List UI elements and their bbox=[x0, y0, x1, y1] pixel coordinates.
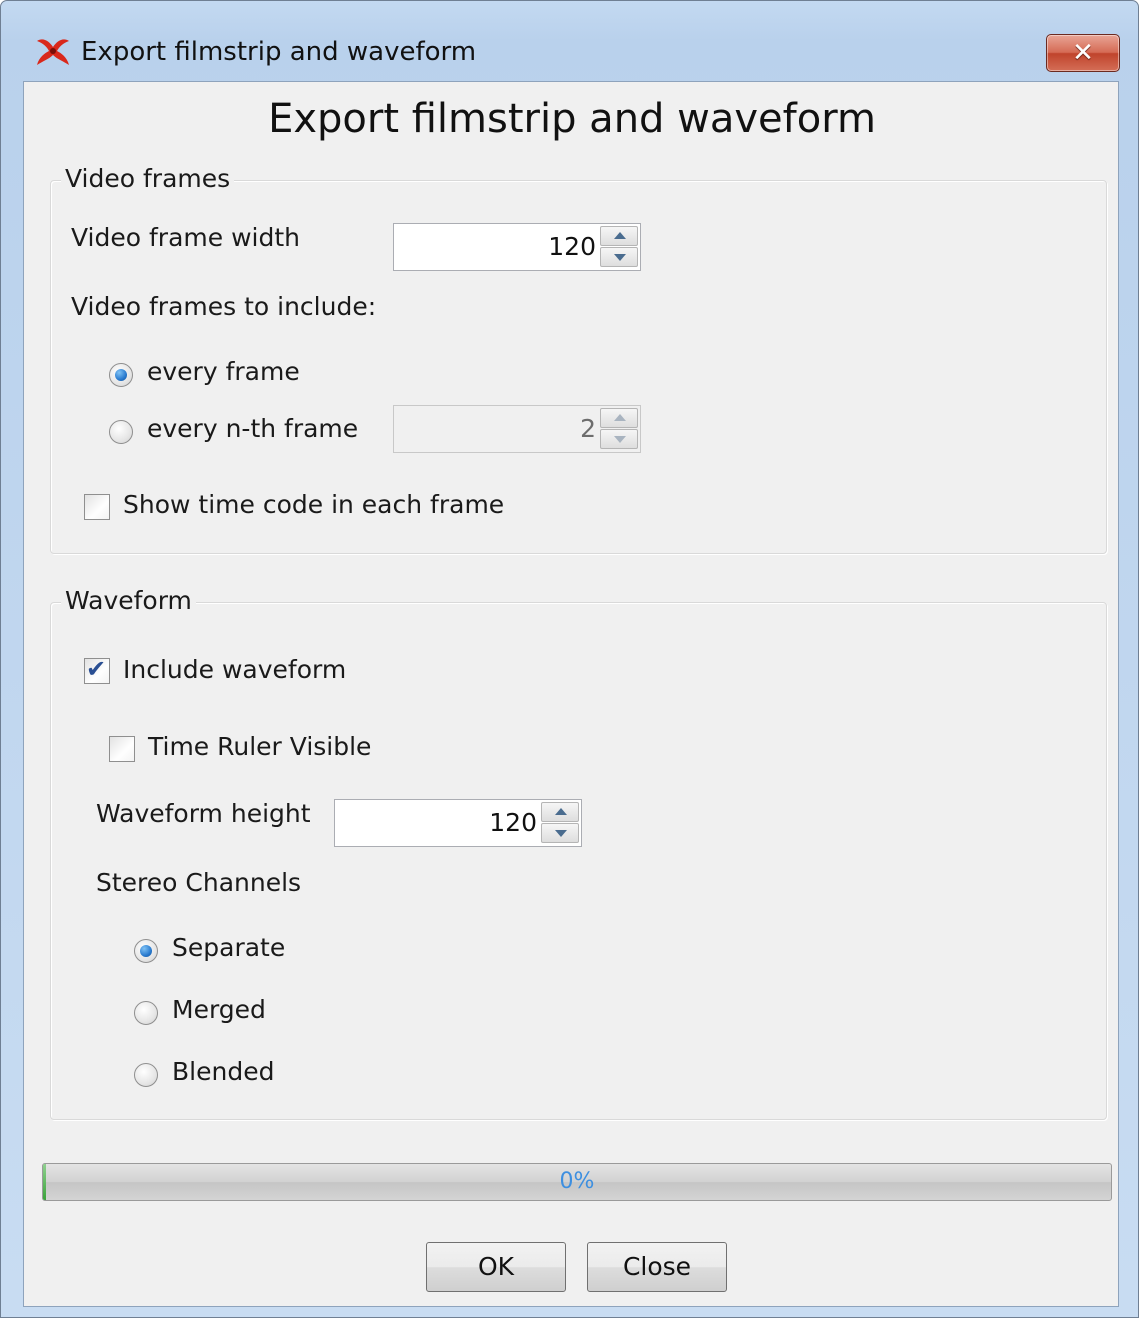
nth-frame-value[interactable]: 2 bbox=[580, 406, 596, 452]
waveform-group-title: Waveform bbox=[61, 585, 196, 617]
separate-label[interactable]: Separate bbox=[172, 932, 285, 964]
progress-text: 0% bbox=[559, 1169, 595, 1194]
video-frame-width-decrement-button[interactable] bbox=[600, 247, 638, 267]
stereo-channels-label: Stereo Channels bbox=[96, 868, 302, 897]
video-frame-width-spinner[interactable]: 120 bbox=[393, 223, 641, 271]
arrow-up-icon bbox=[614, 232, 626, 239]
video-frame-width-value[interactable]: 120 bbox=[548, 224, 596, 270]
merged-radio[interactable] bbox=[134, 1001, 158, 1025]
spinner-buttons bbox=[600, 408, 638, 450]
nth-frame-decrement-button[interactable] bbox=[600, 429, 638, 449]
dialog-content: Export filmstrip and waveform Video fram… bbox=[23, 81, 1119, 1307]
nth-frame-increment-button[interactable] bbox=[600, 408, 638, 428]
every-nth-frame-radio[interactable] bbox=[109, 420, 133, 444]
waveform-height-value[interactable]: 120 bbox=[489, 800, 537, 846]
waveform-height-decrement-button[interactable] bbox=[541, 823, 579, 843]
ok-button[interactable]: OK bbox=[426, 1242, 566, 1292]
spinner-buttons bbox=[600, 226, 638, 268]
close-button[interactable]: Close bbox=[587, 1242, 727, 1292]
every-nth-frame-label[interactable]: every n-th frame bbox=[147, 413, 358, 445]
waveform-height-label: Waveform height bbox=[96, 799, 311, 828]
arrow-up-icon bbox=[614, 414, 626, 421]
export-progress-bar: 0% bbox=[42, 1163, 1112, 1201]
blended-label[interactable]: Blended bbox=[172, 1056, 274, 1088]
include-waveform-label[interactable]: Include waveform bbox=[123, 654, 346, 686]
time-ruler-label[interactable]: Time Ruler Visible bbox=[148, 731, 371, 763]
title-bar[interactable]: Export filmstrip and waveform ✕ bbox=[1, 1, 1139, 81]
video-frames-group-title: Video frames bbox=[61, 163, 235, 195]
nth-frame-spinner[interactable]: 2 bbox=[393, 405, 641, 453]
checkmark-icon: ✔ bbox=[86, 655, 107, 683]
arrow-down-icon bbox=[614, 254, 626, 261]
arrow-down-icon bbox=[614, 436, 626, 443]
spinner-buttons bbox=[541, 802, 579, 844]
time-ruler-checkbox[interactable] bbox=[109, 736, 135, 762]
arrow-down-icon bbox=[555, 830, 567, 837]
video-frame-width-label: Video frame width bbox=[71, 223, 300, 252]
close-x-icon: ✕ bbox=[1072, 38, 1094, 68]
video-frames-include-label: Video frames to include: bbox=[71, 292, 377, 321]
merged-label[interactable]: Merged bbox=[172, 994, 266, 1026]
arrow-up-icon bbox=[555, 808, 567, 815]
video-frames-group: Video frames Video frame width 120 Video… bbox=[50, 163, 1107, 554]
dialog-window: Export filmstrip and waveform ✕ Export f… bbox=[0, 0, 1139, 1318]
window-title: Export filmstrip and waveform bbox=[81, 37, 477, 67]
waveform-group: Waveform ✔ Include waveform Time Ruler V… bbox=[50, 585, 1107, 1120]
waveform-height-increment-button[interactable] bbox=[541, 802, 579, 822]
every-frame-label[interactable]: every frame bbox=[147, 356, 300, 388]
every-frame-radio[interactable] bbox=[109, 363, 133, 387]
blended-radio[interactable] bbox=[134, 1063, 158, 1087]
show-timecode-checkbox[interactable] bbox=[84, 494, 110, 520]
include-waveform-checkbox[interactable]: ✔ bbox=[84, 655, 110, 684]
window-close-button[interactable]: ✕ bbox=[1046, 34, 1120, 72]
app-logo-icon bbox=[37, 39, 69, 65]
show-timecode-label[interactable]: Show time code in each frame bbox=[123, 489, 504, 521]
video-frame-width-increment-button[interactable] bbox=[600, 226, 638, 246]
waveform-height-spinner[interactable]: 120 bbox=[334, 799, 582, 847]
dialog-heading: Export filmstrip and waveform bbox=[268, 96, 876, 142]
separate-radio[interactable] bbox=[134, 939, 158, 963]
